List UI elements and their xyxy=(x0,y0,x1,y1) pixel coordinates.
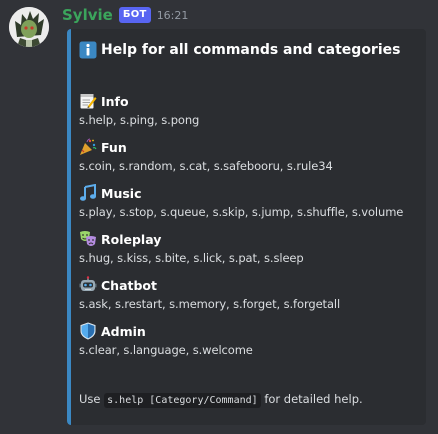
field-name: Admin xyxy=(101,323,146,339)
chat-message: Sylvie БОТ 16:21 Help for all commands a… xyxy=(0,0,438,434)
field-chatbot: Chatbot s.ask, s.restart, s.memory, s.fo… xyxy=(79,276,340,311)
message-header: Sylvie БОТ 16:21 xyxy=(62,4,188,26)
field-fun: Fun s.coin, s.random, s.cat, s.safebooru… xyxy=(79,138,333,173)
username[interactable]: Sylvie xyxy=(62,6,113,24)
field-name: Music xyxy=(101,185,142,201)
embed-title: Help for all commands and categories xyxy=(79,41,400,59)
field-admin: Admin s.clear, s.language, s.welcome xyxy=(79,322,253,357)
field-value: s.clear, s.language, s.welcome xyxy=(79,343,253,357)
musical-note-icon xyxy=(79,184,97,202)
field-name: Roleplay xyxy=(101,231,162,247)
field-value: s.coin, s.random, s.cat, s.safebooru, s.… xyxy=(79,159,333,173)
performing-arts-icon xyxy=(79,230,97,248)
party-popper-icon xyxy=(79,138,97,156)
usage-hint-prefix: Use xyxy=(79,392,101,406)
field-roleplay: Roleplay s.hug, s.kiss, s.bite, s.lick, … xyxy=(79,230,304,265)
usage-hint: Use s.help [Category/Command] for detail… xyxy=(79,392,363,408)
memo-icon xyxy=(79,92,97,110)
avatar[interactable] xyxy=(9,7,49,47)
embed-title-text: Help for all commands and categories xyxy=(101,42,401,58)
field-music: Music s.play, s.stop, s.queue, s.skip, s… xyxy=(79,184,403,219)
field-name: Fun xyxy=(101,139,127,155)
help-embed: Help for all commands and categories Inf… xyxy=(67,29,426,425)
information-icon xyxy=(79,41,97,59)
field-name: Chatbot xyxy=(101,277,157,293)
robot-icon xyxy=(79,276,97,294)
field-value: s.help, s.ping, s.pong xyxy=(79,113,200,127)
shield-icon xyxy=(79,322,97,340)
inline-code: s.help [Category/Command] xyxy=(104,393,261,408)
bot-badge: БОТ xyxy=(118,7,151,23)
field-info: Info s.help, s.ping, s.pong xyxy=(79,92,200,128)
field-value: s.ask, s.restart, s.memory, s.forget, s.… xyxy=(79,297,341,311)
field-value: s.hug, s.kiss, s.bite, s.lick, s.pat, s.… xyxy=(79,251,304,265)
embed-accent-bar xyxy=(67,29,71,425)
timestamp[interactable]: 16:21 xyxy=(157,9,189,22)
usage-hint-suffix: for detailed help. xyxy=(264,392,363,406)
field-name: Info xyxy=(101,93,129,109)
field-value: s.play, s.stop, s.queue, s.skip, s.jump,… xyxy=(79,205,404,219)
